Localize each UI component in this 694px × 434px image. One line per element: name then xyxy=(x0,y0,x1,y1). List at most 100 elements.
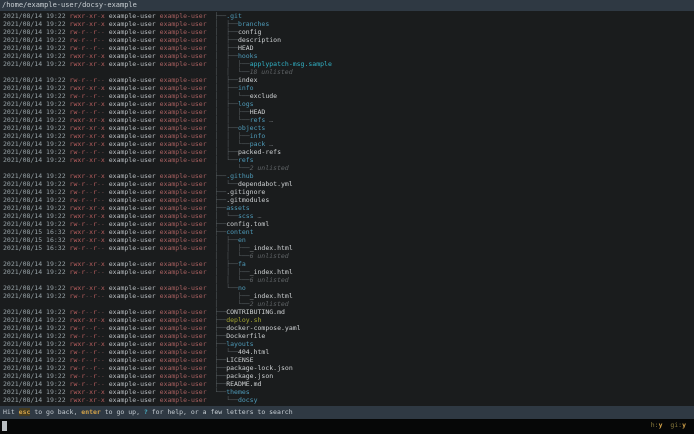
entry-name: themes xyxy=(226,388,250,396)
entry-group: example-user xyxy=(159,372,207,380)
entry-owner: example-user xyxy=(108,220,156,228)
tree-row-config.toml[interactable]: 2021/08/14 19:22 rw-r--r-- example-user … xyxy=(3,220,694,228)
tree-row-6-unlisted[interactable]: │ │ └──6 unlisted xyxy=(3,252,694,260)
entry-name: content xyxy=(226,228,254,236)
entry-name: LICENSE xyxy=(226,356,254,364)
entry-date: 2021/08/14 19:22 xyxy=(3,84,66,92)
entry-name: 2 unlisted xyxy=(249,164,289,172)
tree-row-no[interactable]: 2021/08/14 19:22 rwxr-xr-x example-user … xyxy=(3,284,694,292)
tree-branch-lines: │ └── xyxy=(214,212,238,220)
tree-row-readme.md[interactable]: 2021/08/14 19:22 rw-r--r-- example-user … xyxy=(3,380,694,388)
tree-row-.gitmodules[interactable]: 2021/08/14 19:22 rw-r--r-- example-user … xyxy=(3,196,694,204)
tree-row-contributing.md[interactable]: 2021/08/14 19:22 rw-r--r-- example-user … xyxy=(3,308,694,316)
tree-branch-lines: │ │ ├── xyxy=(214,60,250,68)
tree-branch-lines: │ └── xyxy=(214,164,250,172)
tree-row-head[interactable]: 2021/08/14 19:22 rw-r--r-- example-user … xyxy=(3,108,694,116)
entry-name: _index.html xyxy=(249,268,293,276)
tree-row-logs[interactable]: 2021/08/14 19:22 rwxr-xr-x example-user … xyxy=(3,100,694,108)
entry-name: 6 unlisted xyxy=(249,252,289,260)
tree-row-exclude[interactable]: 2021/08/14 19:22 rw-r--r-- example-user … xyxy=(3,92,694,100)
tree-row-docker-compose.yaml[interactable]: 2021/08/14 19:22 rw-r--r-- example-user … xyxy=(3,324,694,332)
entry-date: 2021/08/15 16:32 xyxy=(3,228,66,236)
tree-row-index[interactable]: 2021/08/14 19:22 rw-r--r-- example-user … xyxy=(3,76,694,84)
tree-branch-lines: │ │ ├── xyxy=(214,108,250,116)
tree-row-6-unlisted[interactable]: │ │ └──6 unlisted xyxy=(3,276,694,284)
entry-date: 2021/08/14 19:22 xyxy=(3,364,66,372)
tree-row-fa[interactable]: 2021/08/14 19:22 rwxr-xr-x example-user … xyxy=(3,260,694,268)
tree-row-applypatch-msg.sample[interactable]: 2021/08/14 19:22 rwxr-xr-x example-user … xyxy=(3,60,694,68)
tree-row-.github[interactable]: 2021/08/14 19:22 rwxr-xr-x example-user … xyxy=(3,172,694,180)
entry-owner: example-user xyxy=(108,180,156,188)
tree-branch-lines: │ ├── xyxy=(214,236,238,244)
search-input[interactable]: h:y gi:y xyxy=(0,419,694,434)
entry-date: 2021/08/14 19:22 xyxy=(3,116,66,124)
tree-row-_index.html[interactable]: 2021/08/14 19:22 rw-r--r-- example-user … xyxy=(3,268,694,276)
entry-owner: example-user xyxy=(108,108,156,116)
tree-row-config[interactable]: 2021/08/14 19:22 rw-r--r-- example-user … xyxy=(3,28,694,36)
tree-row-info[interactable]: 2021/08/14 19:22 rwxr-xr-x example-user … xyxy=(3,132,694,140)
tree-row-refs[interactable]: 2021/08/14 19:22 rwxr-xr-x example-user … xyxy=(3,156,694,164)
tree-row-package-lock.json[interactable]: 2021/08/14 19:22 rw-r--r-- example-user … xyxy=(3,364,694,372)
entry-group: example-user xyxy=(159,76,207,84)
tree-row-_index.html[interactable]: 2021/08/14 19:22 rw-r--r-- example-user … xyxy=(3,292,694,300)
entry-owner: example-user xyxy=(108,76,156,84)
status-key-esc: esc xyxy=(18,408,31,416)
tree-branch-lines: │ ├── xyxy=(214,28,238,36)
entry-owner: example-user xyxy=(108,340,156,348)
tree-branch-lines: ├── xyxy=(214,204,227,212)
tree-row-refs[interactable]: 2021/08/14 19:22 rwxr-xr-x example-user … xyxy=(3,116,694,124)
tree-row-deploy.sh[interactable]: 2021/08/14 19:22 rwxr-xr-x example-user … xyxy=(3,316,694,324)
tree-row-info[interactable]: 2021/08/14 19:22 rwxr-xr-x example-user … xyxy=(3,84,694,92)
tree-row-18-unlisted[interactable]: │ │ └──18 unlisted xyxy=(3,68,694,76)
flag-gitignore-value: y xyxy=(682,421,686,429)
tree-row-content[interactable]: 2021/08/15 16:32 rwxr-xr-x example-user … xyxy=(3,228,694,236)
tree-row-package.json[interactable]: 2021/08/14 19:22 rw-r--r-- example-user … xyxy=(3,372,694,380)
entry-name: hooks xyxy=(237,52,258,60)
unlisted-ellipsis: … xyxy=(253,212,262,220)
entry-group: example-user xyxy=(159,388,207,396)
tree-row-layouts[interactable]: 2021/08/14 19:22 rwxr-xr-x example-user … xyxy=(3,340,694,348)
entry-name: CONTRIBUTING.md xyxy=(226,308,285,316)
entry-owner: example-user xyxy=(108,140,156,148)
tree-row-description[interactable]: 2021/08/14 19:22 rw-r--r-- example-user … xyxy=(3,36,694,44)
tree-row-.gitignore[interactable]: 2021/08/14 19:22 rw-r--r-- example-user … xyxy=(3,188,694,196)
entry-date: 2021/08/14 19:22 xyxy=(3,132,66,140)
entry-owner: example-user xyxy=(108,268,156,276)
entry-name: logs xyxy=(237,100,254,108)
tree-row-license[interactable]: 2021/08/14 19:22 rw-r--r-- example-user … xyxy=(3,356,694,364)
tree-row-themes[interactable]: 2021/08/14 19:22 rwxr-xr-x example-user … xyxy=(3,388,694,396)
tree-row-assets[interactable]: 2021/08/14 19:22 rwxr-xr-x example-user … xyxy=(3,204,694,212)
entry-owner: example-user xyxy=(108,36,156,44)
entry-date: 2021/08/14 19:22 xyxy=(3,92,66,100)
entry-date: 2021/08/14 19:22 xyxy=(3,20,66,28)
entry-owner: example-user xyxy=(108,12,156,20)
tree-branch-lines: ├── xyxy=(214,172,227,180)
tree-row-docsy[interactable]: 2021/08/14 19:22 rwxr-xr-x example-user … xyxy=(3,396,694,404)
entry-date: 2021/08/14 19:22 xyxy=(3,308,66,316)
tree-row-_index.html[interactable]: 2021/08/15 16:32 rw-r--r-- example-user … xyxy=(3,244,694,252)
tree-branch-lines: │ │ ├── xyxy=(214,132,250,140)
tree-row-head[interactable]: 2021/08/14 19:22 rw-r--r-- example-user … xyxy=(3,44,694,52)
entry-group: example-user xyxy=(159,12,207,20)
tree-row-branches[interactable]: 2021/08/14 19:22 rwxr-xr-x example-user … xyxy=(3,20,694,28)
tree-row-scss[interactable]: 2021/08/14 19:22 rwxr-xr-x example-user … xyxy=(3,212,694,220)
tree-row-2-unlisted[interactable]: │ └──2 unlisted xyxy=(3,300,694,308)
tree-row-pack[interactable]: 2021/08/14 19:22 rwxr-xr-x example-user … xyxy=(3,140,694,148)
entry-name: index xyxy=(237,76,258,84)
entry-date: 2021/08/14 19:22 xyxy=(3,156,66,164)
status-text: to go back, xyxy=(30,408,82,416)
entry-date: 2021/08/14 19:22 xyxy=(3,60,66,68)
tree-row-hooks[interactable]: 2021/08/14 19:22 rwxr-xr-x example-user … xyxy=(3,52,694,60)
entry-name: layouts xyxy=(226,340,254,348)
entry-date: 2021/08/14 19:22 xyxy=(3,204,66,212)
status-text: to go up, xyxy=(100,408,144,416)
tree-row-.git[interactable]: 2021/08/14 19:22 rwxr-xr-x example-user … xyxy=(3,12,694,20)
tree-row-dependabot.yml[interactable]: 2021/08/14 19:22 rw-r--r-- example-user … xyxy=(3,180,694,188)
tree-row-packed-refs[interactable]: 2021/08/14 19:22 rw-r--r-- example-user … xyxy=(3,148,694,156)
tree-row-dockerfile[interactable]: 2021/08/14 19:22 rw-r--r-- example-user … xyxy=(3,332,694,340)
entry-owner: example-user xyxy=(108,348,156,356)
tree-row-2-unlisted[interactable]: │ └──2 unlisted xyxy=(3,164,694,172)
tree-row-404.html[interactable]: 2021/08/14 19:22 rw-r--r-- example-user … xyxy=(3,348,694,356)
tree-row-en[interactable]: 2021/08/15 16:32 rwxr-xr-x example-user … xyxy=(3,236,694,244)
tree-row-objects[interactable]: 2021/08/14 19:22 rwxr-xr-x example-user … xyxy=(3,124,694,132)
